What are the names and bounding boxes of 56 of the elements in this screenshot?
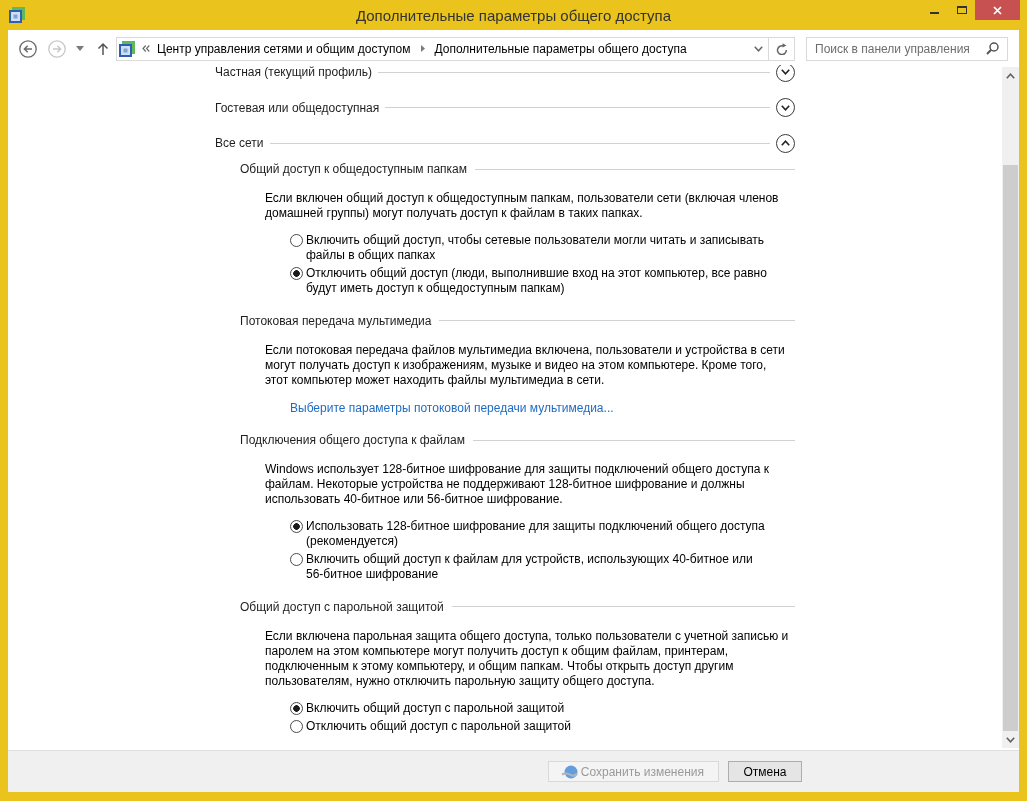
radio-button[interactable] xyxy=(290,701,303,715)
breadcrumb[interactable]: Центр управления сетями и общим доступом xyxy=(157,41,411,56)
chevron-up-icon xyxy=(781,140,790,146)
section-description: Если включен общий доступ к общедоступным папкам, пользователи сети (включая членов домашней группы) могут получать доступ к файлам в таких папках. xyxy=(265,191,779,221)
radio-button[interactable] xyxy=(290,553,303,566)
section-description: Если включена парольная защита общего доступа, только пользователи с учетной записью и паролем на этом компьютере могут получить доступ к общим файлам, принтерам, подключенным к этому компьютеру, и общим папкам. Чтобы открыть доступ другим пользователям, нужно отключить парольную защиту общего доступа. xyxy=(265,628,789,689)
radio-button[interactable] xyxy=(290,267,303,280)
minimize-icon xyxy=(930,11,939,14)
collapse-button[interactable] xyxy=(776,133,795,153)
window-title: Дополнительные параметры общего доступа xyxy=(355,6,672,26)
section-heading: Общий доступ с парольной защитой xyxy=(240,599,444,614)
scrollbar-track[interactable] xyxy=(1002,67,1019,748)
breadcrumb-separator-icon[interactable] xyxy=(420,45,425,52)
search-field[interactable]: Поиск в панели управления xyxy=(806,36,1008,61)
profile-heading: Все сети xyxy=(215,136,264,150)
scrollbar-thumb[interactable] xyxy=(1003,165,1018,731)
search-icon[interactable] xyxy=(986,42,999,55)
radio-button[interactable] xyxy=(290,719,303,733)
up-arrow-icon xyxy=(97,42,109,55)
double-chevron-icon[interactable] xyxy=(142,45,150,52)
maximize-icon xyxy=(956,6,967,14)
cancel-button[interactable]: Отмена xyxy=(728,761,802,782)
chevron-down-icon xyxy=(781,104,790,111)
section-heading: Потоковая передача мультимедиа xyxy=(240,313,432,328)
address-bar[interactable]: Центр управления сетями и общим доступом Дополнительные параметры общего доступа xyxy=(116,36,795,61)
expand-button[interactable] xyxy=(776,65,795,82)
expand-button[interactable] xyxy=(776,98,795,117)
scroll-down-icon[interactable] xyxy=(1006,736,1015,743)
refresh-icon xyxy=(775,42,788,55)
chevron-down-icon xyxy=(753,45,763,52)
close-icon xyxy=(993,5,1002,15)
profile-heading: Гостевая или общедоступная xyxy=(215,100,380,115)
section-description: Windows использует 128-битное шифрование для защиты подключений общего доступа к файлам. Некоторые устройства не поддерживают 128-битное шифрование и должны использовать 40-битное или 56-битное шифрование. xyxy=(265,462,769,507)
scroll-up-icon[interactable] xyxy=(1006,72,1015,79)
up-button[interactable] xyxy=(97,42,109,55)
profile-heading: Частная (текущий профиль) xyxy=(215,65,372,79)
breadcrumb[interactable]: Дополнительные параметры общего доступа xyxy=(434,41,687,56)
settings-link[interactable]: Выберите параметры потоковой передачи мультимедиа... xyxy=(290,400,614,416)
radio-label[interactable]: Включить общий доступ с парольной защитой xyxy=(306,700,565,716)
radio-label[interactable]: Отключить общий доступ с парольной защитой xyxy=(306,718,571,734)
app-icon[interactable] xyxy=(9,7,25,23)
globe-icon xyxy=(560,764,578,779)
radio-label[interactable]: Включить общий доступ к файлам для устройств, использующих 40-битное или 56-битное шифрование xyxy=(306,552,753,582)
app-icon xyxy=(119,40,135,57)
section-description: Если потоковая передача файлов мультимедиа включена, пользователи и устройства в сети могут получать доступ к изображениям, музыке и видео на этом компьютере. Кроме того, этот компьютер может находить файлы мультимедиа в сети. xyxy=(265,342,785,388)
radio-label[interactable]: Включить общий доступ, чтобы сетевые пользователи могли читать и записывать файлы в общих папках xyxy=(306,233,765,263)
section-heading: Общий доступ к общедоступным папкам xyxy=(240,162,467,176)
back-button[interactable] xyxy=(19,39,37,58)
radio-button[interactable] xyxy=(290,234,303,247)
recent-pages-button[interactable] xyxy=(76,46,84,51)
section-heading: Подключения общего доступа к файлам xyxy=(240,433,465,447)
radio-label[interactable]: Отключить общий доступ (люди, выполнившие вход на этот компьютер, все равно будут иметь доступ к общедоступным папкам) xyxy=(306,266,767,296)
chevron-down-icon xyxy=(781,69,790,75)
radio-label[interactable]: Использовать 128-битное шифрование для защиты подключений общего доступа (рекомендуется) xyxy=(306,519,765,549)
caret-down-icon xyxy=(76,46,84,51)
radio-button[interactable] xyxy=(290,520,303,533)
